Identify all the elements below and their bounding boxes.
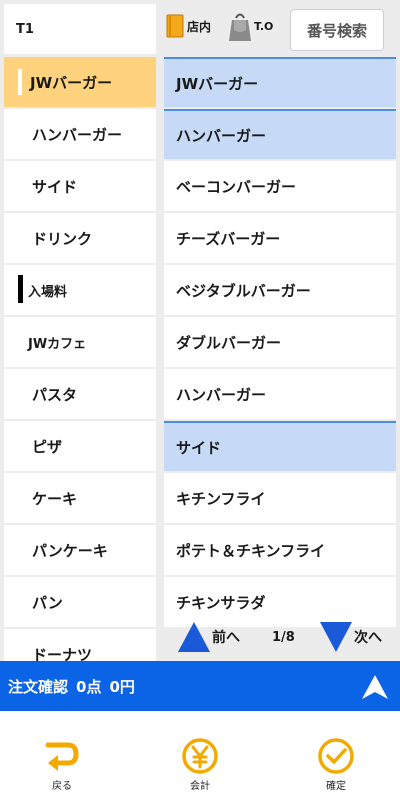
header: T1 店内 T.O 番号検索 (0, 0, 400, 57)
category-label: ハンバーガー (32, 125, 123, 144)
category-item-jw-cafe[interactable]: JWカフェ (4, 317, 156, 367)
down-arrow-icon (320, 622, 352, 652)
back-button[interactable]: 戻る (32, 737, 92, 792)
category-item-side[interactable]: サイド (4, 161, 156, 211)
category-item-bread[interactable]: パン (4, 577, 156, 627)
back-label: 戻る (52, 781, 72, 792)
category-item-entrance-fee[interactable]: 入場料 (4, 265, 156, 315)
takeout-label: T.O (254, 19, 274, 33)
menu-item[interactable]: チーズバーガー (164, 213, 396, 263)
category-item-pizza[interactable]: ピザ (4, 421, 156, 471)
category-item-cake[interactable]: ケーキ (4, 473, 156, 523)
menu-item[interactable]: ベジタブルバーガー (164, 265, 396, 315)
category-label: 入場料 (28, 284, 68, 300)
checkmark-circle-icon (318, 738, 354, 774)
prev-label: 前へ (212, 630, 240, 646)
category-label: JWバーガー (30, 73, 113, 92)
number-search-button[interactable]: 番号検索 (290, 9, 384, 51)
menu-item[interactable]: キチンフライ (164, 473, 396, 523)
confirm-button[interactable]: 確定 (306, 737, 366, 792)
next-page-button[interactable]: 次へ (320, 622, 382, 652)
menu-section-header: ハンバーガー (164, 109, 396, 159)
checkout-label: 会計 (190, 781, 210, 792)
footer-nav: 戻る 会計 確定 (0, 711, 400, 805)
takeout-toggle[interactable]: T.O (228, 10, 273, 42)
confirm-label: 確定 (326, 781, 346, 792)
next-label: 次へ (354, 630, 382, 646)
category-label: パスタ (32, 385, 78, 404)
order-confirm-bar[interactable]: 注文確認 0点 0円 (0, 661, 400, 711)
category-label: サイド (32, 177, 78, 196)
menu-list: JWバーガー ハンバーガー ベーコンバーガー チーズバーガー ベジタブルバーガー… (164, 57, 396, 661)
yen-coin-icon (182, 738, 218, 774)
menu-item[interactable]: ダブルバーガー (164, 317, 396, 367)
marker-indicator (18, 275, 23, 303)
menu-item[interactable]: ハンバーガー (164, 369, 396, 419)
category-label: JWカフェ (28, 336, 87, 352)
order-total: 0円 (109, 677, 135, 696)
category-label: ケーキ (32, 489, 78, 508)
table-number: T1 (4, 4, 156, 54)
book-icon (166, 14, 184, 38)
prev-page-button[interactable]: 前へ (178, 622, 240, 652)
category-label: ドリンク (32, 229, 93, 248)
category-item-donut[interactable]: ドーナツ (4, 629, 156, 661)
category-label: ドーナツ (32, 645, 93, 662)
expand-up-icon[interactable] (360, 673, 390, 701)
category-item-pasta[interactable]: パスタ (4, 369, 156, 419)
order-count: 0点 (76, 677, 102, 696)
category-item-hamburger[interactable]: ハンバーガー (4, 109, 156, 159)
active-indicator (18, 69, 22, 95)
bag-icon (229, 13, 251, 41)
menu-item[interactable]: ベーコンバーガー (164, 161, 396, 211)
category-label: パン (32, 593, 63, 612)
up-arrow-icon (178, 622, 210, 652)
category-item-jw-burger[interactable]: JWバーガー (4, 57, 156, 107)
category-label: ピザ (32, 437, 63, 456)
menu-section-header: JWバーガー (164, 57, 396, 107)
checkout-button[interactable]: 会計 (170, 737, 230, 792)
order-label: 注文確認 (8, 677, 69, 696)
category-item-drink[interactable]: ドリンク (4, 213, 156, 263)
eat-in-label: 店内 (187, 19, 212, 34)
menu-section-header: サイド (164, 421, 396, 471)
return-icon (45, 742, 79, 771)
category-item-pancake[interactable]: パンケーキ (4, 525, 156, 575)
category-label: パンケーキ (32, 541, 108, 560)
menu-item[interactable]: ポテト＆チキンフライ (164, 525, 396, 575)
category-list: JWバーガー ハンバーガー サイド ドリンク 入場料 JWカフェ パスタ ピザ … (4, 57, 156, 661)
pager: 前へ 1/8 次へ (164, 616, 396, 660)
eat-in-toggle[interactable]: 店内 (166, 14, 211, 38)
page-indicator: 1/8 (272, 630, 295, 645)
